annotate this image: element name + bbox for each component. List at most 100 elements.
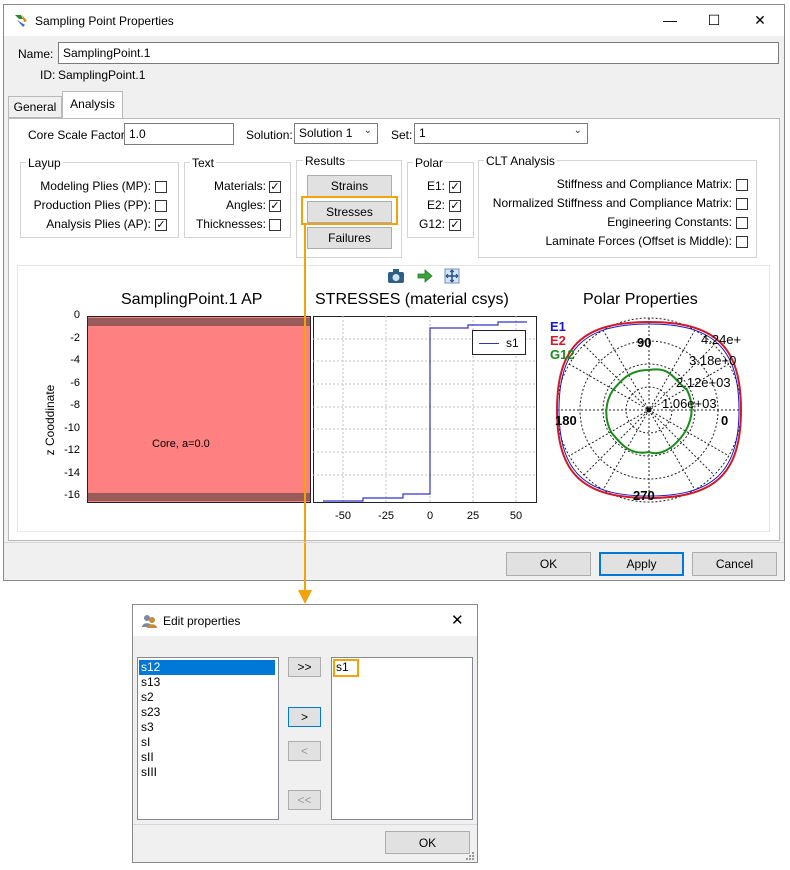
polar-radius-3: 2.12e+03 xyxy=(676,375,731,390)
pan-icon[interactable] xyxy=(444,268,460,284)
modeling-plies-label: Modeling Plies (MP): xyxy=(40,179,151,193)
resize-grip-icon[interactable] xyxy=(465,851,475,861)
dialog-title-bar: Edit properties ✕ xyxy=(133,605,477,636)
chevron-down-icon: ⌄ xyxy=(573,125,582,136)
solution-label: Solution: xyxy=(246,128,293,142)
add-button[interactable]: > xyxy=(288,707,321,727)
polar-radius-2: 3.18e+0 xyxy=(689,353,737,368)
cancel-button[interactable]: Cancel xyxy=(692,552,777,576)
app-icon xyxy=(15,15,27,27)
layup-y-tick: -16 xyxy=(64,489,80,502)
layup-y-tick: -12 xyxy=(64,444,80,457)
g12-label: G12: xyxy=(418,217,445,231)
stress-legend: s1 xyxy=(472,330,526,355)
callout-arrow xyxy=(298,224,312,604)
set-select[interactable]: 1 ⌄ xyxy=(414,123,588,144)
core-scale-label: Core Scale Factor: xyxy=(28,128,129,142)
ylabel-anchor: z Cooddinate xyxy=(42,385,57,456)
s1-legend-label: s1 xyxy=(506,336,519,350)
thicknesses-checkbox[interactable] xyxy=(269,219,281,231)
stresses-highlight xyxy=(301,196,398,225)
available-properties-list[interactable]: s12 s13 s2 s23 s3 sI sII sIII xyxy=(137,657,279,820)
layup-plot-title: SamplingPoint.1 AP xyxy=(121,291,263,308)
chosen-properties-list[interactable]: s1 xyxy=(331,657,473,820)
s1-legend-swatch xyxy=(479,343,499,344)
ok-button[interactable]: OK xyxy=(506,552,591,576)
available-item[interactable]: s12 xyxy=(139,660,275,675)
window-title: Sampling Point Properties xyxy=(35,14,174,28)
camera-icon[interactable] xyxy=(387,268,405,284)
analysis-plies-checkbox[interactable]: ✓ xyxy=(155,219,167,231)
layup-y-tick: -2 xyxy=(70,331,80,344)
core-label: Core, a=0.0 xyxy=(152,438,210,450)
layup-y-tick: -14 xyxy=(64,466,80,479)
layup-y-tick: -10 xyxy=(64,421,80,434)
dialog-title: Edit properties xyxy=(163,614,241,628)
stress-x-tick: 50 xyxy=(509,510,523,522)
tab-analysis[interactable]: Analysis xyxy=(62,91,123,119)
maximize-button[interactable]: ☐ xyxy=(692,5,736,36)
laminate-forces-checkbox[interactable] xyxy=(736,236,748,248)
available-item[interactable]: sII xyxy=(139,750,275,765)
remove-all-button[interactable]: << xyxy=(288,790,321,810)
available-item[interactable]: sI xyxy=(139,735,275,750)
remove-button[interactable]: < xyxy=(288,741,321,761)
users-icon xyxy=(142,615,157,628)
g12-checkbox[interactable]: ✓ xyxy=(449,219,461,231)
polar-group-title: Polar xyxy=(413,156,446,170)
polar-radius-4: 1.06e+03 xyxy=(662,396,717,411)
footer-divider xyxy=(4,542,784,543)
modeling-plies-checkbox[interactable] xyxy=(155,181,167,193)
solution-value: Solution 1 xyxy=(299,126,353,140)
polar-radius-1: 4.24e+ xyxy=(701,332,742,347)
engineering-constants-checkbox[interactable] xyxy=(736,217,748,229)
stress-x-tick: 0 xyxy=(426,510,434,522)
normalized-stiffness-checkbox[interactable] xyxy=(736,198,748,210)
tab-general[interactable]: General xyxy=(8,96,62,118)
dialog-ok-button[interactable]: OK xyxy=(385,831,470,854)
angles-checkbox[interactable]: ✓ xyxy=(269,200,281,212)
e1-label: E1: xyxy=(426,179,445,193)
available-item[interactable]: s23 xyxy=(139,705,275,720)
production-plies-checkbox[interactable] xyxy=(155,200,167,212)
green-arrow-icon[interactable] xyxy=(417,268,433,284)
polar-plot-title: Polar Properties xyxy=(583,291,698,308)
edit-properties-dialog: Edit properties ✕ s12 s13 s2 s23 s3 sI sII sIII… xyxy=(132,604,478,863)
e2-checkbox[interactable]: ✓ xyxy=(449,200,461,212)
name-label: Name: xyxy=(18,47,54,61)
close-button[interactable]: ✕ xyxy=(738,5,782,36)
e1-checkbox[interactable]: ✓ xyxy=(449,181,461,193)
available-item[interactable]: s2 xyxy=(139,690,275,705)
stress-x-tick: 25 xyxy=(466,510,480,522)
layup-group-title: Layup xyxy=(26,156,63,170)
laminate-forces-label: Laminate Forces (Offset is Middle): xyxy=(545,234,732,248)
add-all-button[interactable]: >> xyxy=(288,657,321,677)
available-item[interactable]: s13 xyxy=(139,675,275,690)
polar-angle-180: 180 xyxy=(555,413,577,428)
available-item[interactable]: s3 xyxy=(139,720,275,735)
stiffness-matrix-label: Stiffness and Compliance Matrix: xyxy=(556,177,732,191)
polar-legend-e1: E1 xyxy=(550,319,566,334)
dialog-close-button[interactable]: ✕ xyxy=(451,611,464,629)
apply-button[interactable]: Apply xyxy=(599,552,684,576)
core-scale-input[interactable] xyxy=(124,123,234,145)
failures-button[interactable]: Failures xyxy=(307,227,392,249)
engineering-constants-label: Engineering Constants: xyxy=(607,215,732,229)
layup-y-tick: -6 xyxy=(70,376,80,389)
name-input[interactable] xyxy=(58,42,779,64)
thicknesses-label: Thicknesses: xyxy=(195,217,266,231)
polar-angle-270: 270 xyxy=(633,488,655,503)
available-item[interactable]: sIII xyxy=(139,765,275,780)
stress-plot-title: STRESSES (material csys) xyxy=(315,291,509,308)
materials-checkbox[interactable]: ✓ xyxy=(269,181,281,193)
production-plies-label: Production Plies (PP): xyxy=(33,198,151,212)
layup-y-tick: 0 xyxy=(73,309,80,321)
set-label: Set: xyxy=(391,128,413,142)
minimize-button[interactable]: — xyxy=(648,5,692,36)
solution-select[interactable]: Solution 1 ⌄ xyxy=(294,123,378,144)
sampling-point-window: Sampling Point Properties — ☐ ✕ Name: ID… xyxy=(3,4,785,604)
results-group-title: Results xyxy=(303,154,348,168)
ply-lines xyxy=(87,318,311,501)
strains-button[interactable]: Strains xyxy=(307,175,392,197)
stiffness-matrix-checkbox[interactable] xyxy=(736,179,748,191)
